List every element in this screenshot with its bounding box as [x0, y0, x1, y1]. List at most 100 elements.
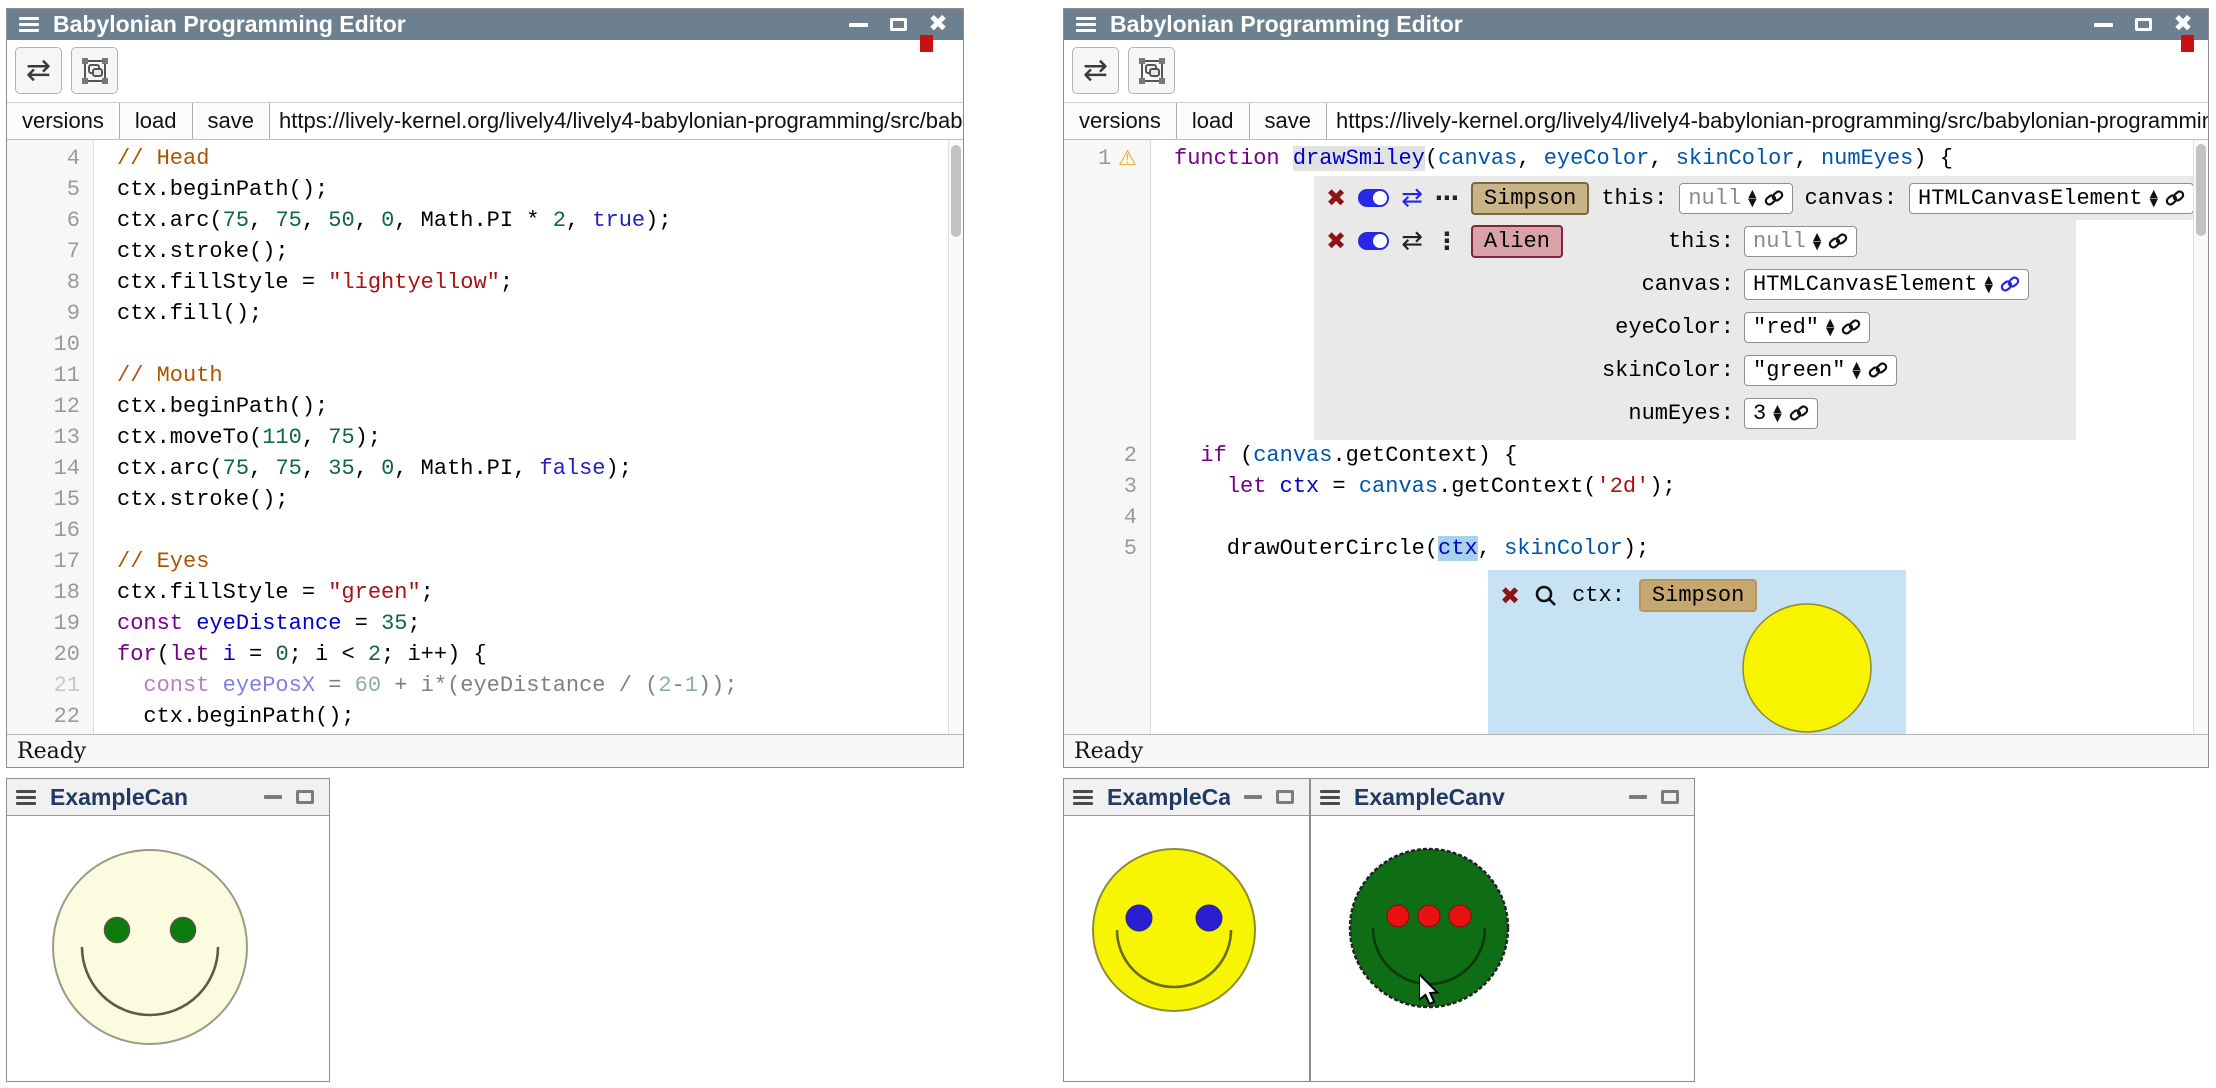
menu-icon[interactable] [1076, 17, 1096, 32]
maximize-button[interactable] [885, 12, 911, 38]
scrollbar-thumb[interactable] [951, 145, 961, 237]
code-line[interactable]: 19const eyeDistance = 35; [7, 608, 963, 639]
code-line[interactable]: 6ctx.arc(75, 75, 50, 0, Math.PI * 2, tru… [7, 205, 963, 236]
code-line[interactable]: 16 [7, 515, 963, 546]
spinner-icon[interactable]: ▲▼ [2149, 189, 2157, 207]
warning-icon[interactable]: ⚠ [1118, 143, 1137, 174]
param-select-eyecolor[interactable]: "red" ▲▼ [1744, 312, 1870, 343]
tab-save[interactable]: save [193, 103, 270, 139]
more-options-icon[interactable]: ⋯ [1435, 186, 1459, 210]
canvas-area[interactable] [7, 816, 329, 1081]
link-icon[interactable] [2165, 188, 2185, 208]
code-editor[interactable]: 4// Head5ctx.beginPath();6ctx.arc(75, 75… [7, 140, 963, 734]
minimize-button[interactable] [2090, 12, 2116, 38]
code-line[interactable]: 3 let ctx = canvas.getContext('2d'); [1064, 471, 2208, 502]
menu-icon[interactable] [16, 790, 36, 805]
spinner-icon[interactable]: ▲▼ [1984, 275, 1992, 293]
titlebar[interactable]: ExampleCan [7, 779, 329, 816]
code-line[interactable]: 4 [1064, 502, 2208, 533]
more-options-icon[interactable]: ⋮ [1435, 229, 1459, 253]
code-line[interactable]: 10 [7, 329, 963, 360]
tab-load[interactable]: load [120, 103, 193, 139]
code-line[interactable]: 4// Head [7, 143, 963, 174]
code-line[interactable]: 5ctx.beginPath(); [7, 174, 963, 205]
spinner-icon[interactable]: ▲▼ [1773, 404, 1781, 422]
scrollbar[interactable] [2193, 140, 2208, 734]
maximize-button[interactable] [296, 790, 314, 804]
link-icon[interactable] [1764, 188, 1784, 208]
code-line[interactable]: 18ctx.fillStyle = "green"; [7, 577, 963, 608]
code-line[interactable]: 9ctx.fill(); [7, 298, 963, 329]
url-input[interactable]: https://lively-kernel.org/lively4/lively… [270, 103, 963, 139]
titlebar[interactable]: Babylonian Programming Editor ✖ [1064, 9, 2208, 40]
example-toggle[interactable] [1358, 232, 1389, 250]
titlebar[interactable]: ExampleCan [1064, 779, 1309, 816]
param-select-this[interactable]: null ▲▼ [1744, 226, 1857, 257]
tab-versions[interactable]: versions [7, 103, 120, 139]
scrollbar[interactable] [948, 140, 963, 734]
code-line[interactable]: 8ctx.fillStyle = "lightyellow"; [7, 267, 963, 298]
maximize-button[interactable] [1661, 790, 1679, 804]
canvas-area[interactable] [1064, 816, 1309, 1081]
maximize-button[interactable] [2130, 12, 2156, 38]
canvas-area[interactable] [1311, 816, 1694, 1081]
menu-icon[interactable] [1073, 790, 1093, 805]
code-line[interactable]: 22 ctx.beginPath(); [7, 701, 963, 732]
link-icon[interactable] [1841, 317, 1861, 337]
param-select-this[interactable]: null ▲▼ [1679, 183, 1792, 214]
minimize-button[interactable] [264, 795, 282, 799]
param-select-canvas[interactable]: HTMLCanvasElement ▲▼ [1744, 269, 2029, 300]
code-line[interactable]: 14ctx.arc(75, 75, 35, 0, Math.PI, false)… [7, 453, 963, 484]
code-editor[interactable]: 1⚠function drawSmiley(canvas, eyeColor, … [1064, 140, 2208, 734]
code-line[interactable]: 20for(let i = 0; i < 2; i++) { [7, 639, 963, 670]
minimize-button[interactable] [1629, 795, 1647, 799]
link-icon-active[interactable] [2000, 274, 2020, 294]
select-frame-button[interactable] [1128, 47, 1175, 94]
code-line[interactable]: 11// Mouth [7, 360, 963, 391]
menu-icon[interactable] [1320, 790, 1340, 805]
maximize-button[interactable] [1276, 790, 1294, 804]
code-line[interactable]: 7ctx.stroke(); [7, 236, 963, 267]
swap-arrows-button[interactable]: ⇄ [15, 47, 62, 94]
minimize-button[interactable] [845, 12, 871, 38]
titlebar[interactable]: ExampleCanv [1311, 779, 1694, 816]
minimize-button[interactable] [1244, 795, 1262, 799]
spinner-icon[interactable]: ▲▼ [1748, 189, 1756, 207]
select-frame-button[interactable] [71, 47, 118, 94]
scrollbar-thumb[interactable] [2196, 144, 2206, 236]
delete-example-icon[interactable]: ✖ [1326, 186, 1346, 210]
close-button[interactable]: ✖ [925, 12, 951, 38]
trace-arrows-icon[interactable]: ⇄ [1401, 228, 1423, 254]
magnifier-icon[interactable] [1534, 584, 1558, 608]
spinner-icon[interactable]: ▲▼ [1826, 318, 1834, 336]
spinner-icon[interactable]: ▲▼ [1813, 232, 1821, 250]
tab-versions[interactable]: versions [1064, 103, 1177, 139]
code-line[interactable]: 5 drawOuterCircle(ctx, skinColor); [1064, 533, 2208, 564]
example-badge-alien[interactable]: Alien [1471, 225, 1563, 258]
tab-save[interactable]: save [1250, 103, 1327, 139]
example-badge-simpson[interactable]: Simpson [1471, 182, 1589, 215]
tab-load[interactable]: load [1177, 103, 1250, 139]
link-icon[interactable] [1868, 360, 1888, 380]
delete-example-icon[interactable]: ✖ [1326, 229, 1346, 253]
titlebar[interactable]: Babylonian Programming Editor ✖ [7, 9, 963, 40]
code-line[interactable]: 1⚠function drawSmiley(canvas, eyeColor, … [1064, 143, 2208, 174]
close-button[interactable]: ✖ [2170, 12, 2196, 38]
spinner-icon[interactable]: ▲▼ [1852, 361, 1860, 379]
menu-icon[interactable] [19, 17, 39, 32]
example-toggle[interactable] [1358, 189, 1389, 207]
param-select-skincolor[interactable]: "green" ▲▼ [1744, 355, 1897, 386]
trace-arrows-icon[interactable]: ⇄ [1401, 185, 1423, 211]
code-line[interactable]: 15ctx.stroke(); [7, 484, 963, 515]
code-line[interactable]: 13ctx.moveTo(110, 75); [7, 422, 963, 453]
code-line[interactable]: 21 const eyePosX = 60 + i*(eyeDistance /… [7, 670, 963, 701]
link-icon[interactable] [1828, 231, 1848, 251]
close-probe-icon[interactable]: ✖ [1500, 584, 1520, 608]
param-select-numeyes[interactable]: 3 ▲▼ [1744, 398, 1818, 429]
param-select-canvas[interactable]: HTMLCanvasElement ▲▼ [1909, 183, 2194, 214]
url-input[interactable]: https://lively-kernel.org/lively4/lively… [1327, 103, 2208, 139]
swap-arrows-button[interactable]: ⇄ [1072, 47, 1119, 94]
link-icon[interactable] [1789, 403, 1809, 423]
code-line[interactable]: 12ctx.beginPath(); [7, 391, 963, 422]
code-line[interactable]: 2 if (canvas.getContext) { [1064, 440, 2208, 471]
